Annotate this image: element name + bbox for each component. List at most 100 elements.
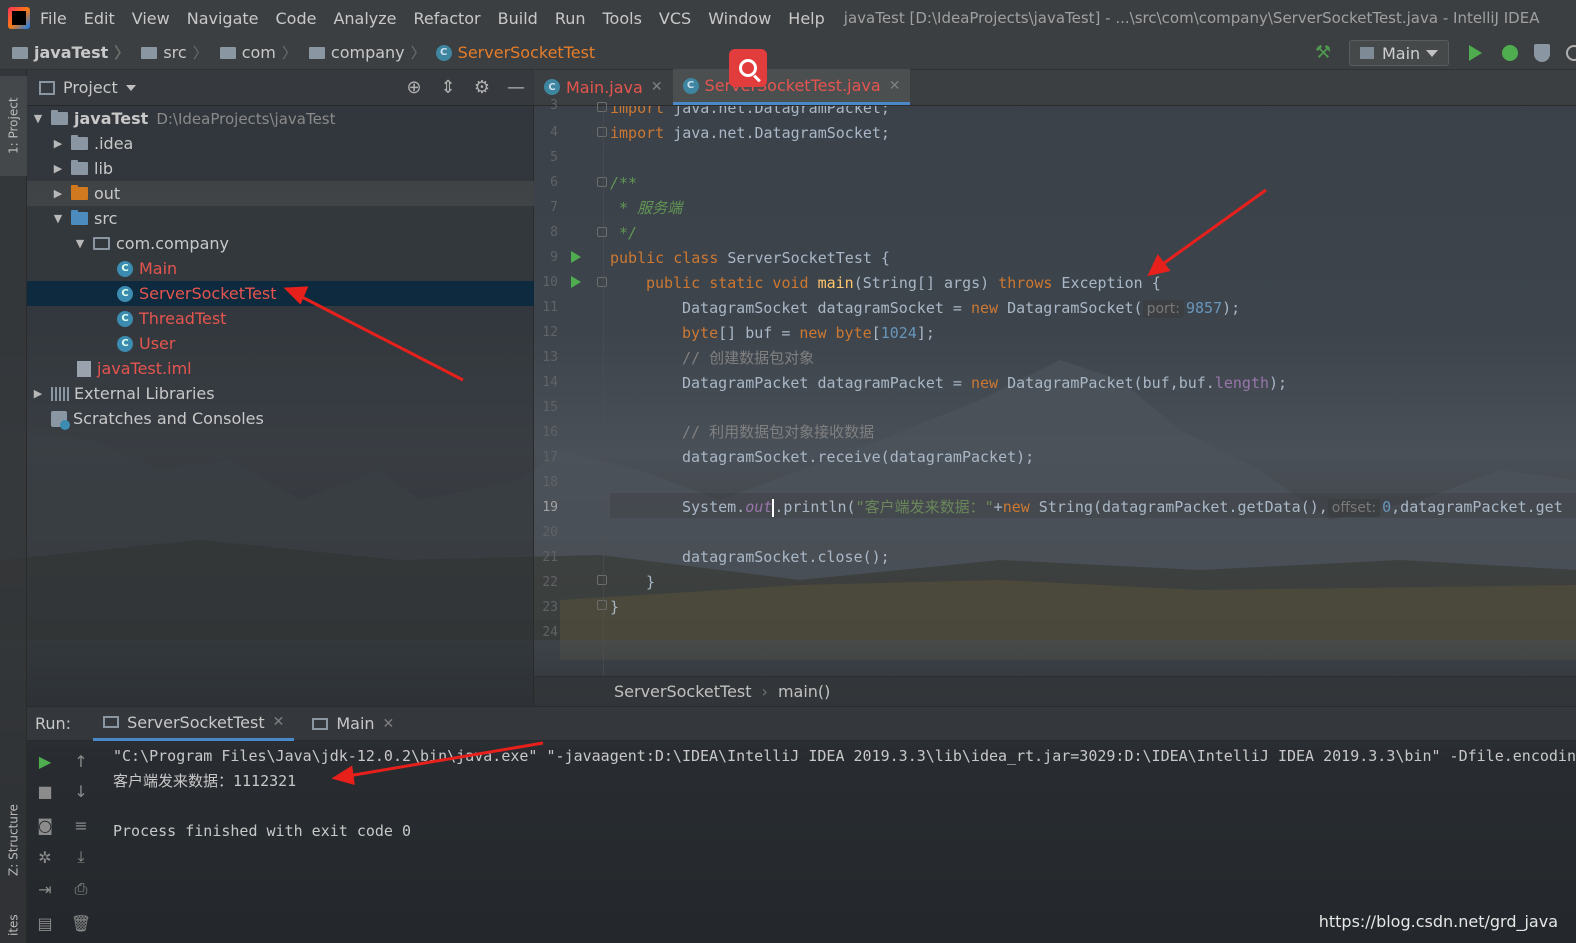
tree-item-src[interactable]: ▼ src bbox=[27, 206, 534, 231]
code-editor[interactable]: import java.net.DatagramPacket; import j… bbox=[610, 106, 1576, 676]
scroll-to-end-icon[interactable]: ⤓ bbox=[71, 847, 91, 867]
run-gutter-icon[interactable] bbox=[571, 251, 581, 263]
chevron-down-icon[interactable] bbox=[125, 84, 136, 91]
debug-bug-icon[interactable] bbox=[1502, 45, 1518, 61]
collapsed-arrow-icon[interactable]: ▶ bbox=[51, 187, 65, 200]
code-token: Exception { bbox=[1052, 274, 1161, 292]
breadcrumb-src[interactable]: src 〉 bbox=[129, 42, 208, 63]
layout-icon[interactable]: ▤ bbox=[35, 913, 55, 933]
fold-icon[interactable] bbox=[597, 177, 607, 187]
menu-view[interactable]: View bbox=[132, 9, 170, 28]
locate-crosshair-icon[interactable]: ⊕ bbox=[404, 78, 424, 98]
menu-code[interactable]: Code bbox=[276, 9, 317, 28]
print-icon[interactable]: ⎙ bbox=[71, 879, 91, 899]
line-number: 13 bbox=[542, 350, 558, 365]
menu-analyze[interactable]: Analyze bbox=[333, 9, 396, 28]
exit-icon[interactable]: ⇥ bbox=[35, 879, 55, 899]
collapsed-arrow-icon[interactable]: ▶ bbox=[31, 387, 45, 400]
editor-crumb-method[interactable]: main() bbox=[778, 682, 830, 701]
menu-tools[interactable]: Tools bbox=[603, 9, 642, 28]
project-panel-tools: ⊕ ⇕ ⚙ — bbox=[404, 78, 526, 98]
close-icon[interactable]: ✕ bbox=[273, 714, 285, 730]
profiler-icon[interactable] bbox=[1566, 45, 1576, 61]
tree-item-external-libraries[interactable]: ▶ External Libraries bbox=[27, 381, 534, 406]
close-icon[interactable]: ✕ bbox=[651, 79, 663, 95]
tree-item-user[interactable]: C User bbox=[27, 331, 534, 356]
breadcrumb-company[interactable]: company 〉 bbox=[297, 42, 426, 63]
tree-item-iml[interactable]: javaTest.iml bbox=[27, 356, 534, 381]
tree-item-com-company[interactable]: ▼ com.company bbox=[27, 231, 534, 256]
collapsed-arrow-icon[interactable]: ▶ bbox=[51, 162, 65, 175]
editor-crumb-class[interactable]: ServerSocketTest bbox=[614, 682, 752, 701]
run-gutter-icon[interactable] bbox=[571, 276, 581, 288]
expanded-arrow-icon[interactable]: ▼ bbox=[31, 112, 45, 125]
fold-icon[interactable] bbox=[597, 227, 607, 237]
settings-gear-icon[interactable]: ✲ bbox=[35, 847, 55, 867]
breadcrumb-project[interactable]: javaTest 〉 bbox=[0, 42, 129, 63]
search-overlay-button[interactable] bbox=[729, 49, 767, 87]
tree-item-threadtest[interactable]: C ThreadTest bbox=[27, 306, 534, 331]
menu-edit[interactable]: Edit bbox=[84, 9, 115, 28]
code-token: ServerSocketTest { bbox=[718, 249, 890, 267]
project-panel-title[interactable]: Project bbox=[63, 78, 118, 97]
expanded-arrow-icon[interactable]: ▼ bbox=[51, 212, 65, 225]
tree-item-javatest[interactable]: ▼ javaTest D:\IdeaProjects\javaTest bbox=[27, 106, 534, 131]
code-token: public static void bbox=[646, 274, 809, 292]
tab-serversockettest-java[interactable]: C ServerSocketTest.java ✕ bbox=[672, 69, 911, 105]
soft-wrap-icon[interactable]: ≡ bbox=[71, 815, 91, 835]
minimize-icon[interactable]: — bbox=[506, 78, 526, 98]
tree-item-scratches[interactable]: Scratches and Consoles bbox=[27, 406, 534, 431]
intellij-logo-icon bbox=[8, 7, 30, 29]
breadcrumb-com[interactable]: com 〉 bbox=[208, 42, 297, 63]
breadcrumb-class[interactable]: C ServerSocketTest bbox=[426, 43, 595, 62]
line-number: 3 bbox=[550, 98, 558, 113]
menu-refactor[interactable]: Refactor bbox=[414, 9, 481, 28]
fold-icon[interactable] bbox=[597, 102, 607, 112]
fold-icon[interactable] bbox=[597, 127, 607, 137]
menu-navigate[interactable]: Navigate bbox=[187, 9, 259, 28]
side-tab-project[interactable]: 1: Project bbox=[0, 76, 27, 176]
run-configuration-select[interactable]: Main bbox=[1349, 40, 1449, 66]
close-icon[interactable]: ✕ bbox=[889, 78, 901, 94]
menu-run[interactable]: Run bbox=[555, 9, 586, 28]
code-token: DatagramPacket(buf,buf. bbox=[998, 374, 1215, 392]
run-icon[interactable] bbox=[1469, 45, 1482, 61]
tree-item-serversockettest[interactable]: C ServerSocketTest bbox=[27, 281, 534, 306]
fold-icon[interactable] bbox=[597, 277, 607, 287]
side-tab-structure[interactable]: Z: Structure bbox=[0, 790, 27, 890]
gear-icon[interactable]: ⚙ bbox=[472, 78, 492, 98]
tree-label: User bbox=[139, 334, 176, 353]
menu-help[interactable]: Help bbox=[788, 9, 824, 28]
line-number-current: 19 bbox=[542, 500, 558, 515]
run-tab-main[interactable]: Main ✕ bbox=[302, 707, 404, 741]
expanded-arrow-icon[interactable]: ▼ bbox=[73, 237, 87, 250]
camera-icon[interactable]: ◙ bbox=[35, 815, 55, 835]
java-class-icon: C bbox=[117, 310, 133, 327]
navigation-bar: javaTest 〉 src 〉 com 〉 company 〉 C Serve… bbox=[0, 36, 1576, 70]
tree-item-out[interactable]: ▶ out bbox=[27, 181, 534, 206]
arrow-up-icon[interactable]: ↑ bbox=[71, 751, 91, 771]
menu-window[interactable]: Window bbox=[708, 9, 771, 28]
build-hammer-icon[interactable]: ⚒ bbox=[1315, 44, 1333, 62]
run-label: Run: bbox=[35, 714, 72, 733]
coverage-shield-icon[interactable] bbox=[1534, 44, 1550, 62]
fold-icon[interactable] bbox=[597, 575, 607, 585]
tree-item-lib[interactable]: ▶ lib bbox=[27, 156, 534, 181]
tree-item-idea[interactable]: ▶ .idea bbox=[27, 131, 534, 156]
line-number: 18 bbox=[542, 475, 558, 490]
menu-build[interactable]: Build bbox=[498, 9, 538, 28]
menu-file[interactable]: File bbox=[40, 9, 67, 28]
fold-icon[interactable] bbox=[597, 600, 607, 610]
side-tab-label: ites bbox=[6, 914, 21, 937]
collapsed-arrow-icon[interactable]: ▶ bbox=[51, 137, 65, 150]
menu-vcs[interactable]: VCS bbox=[659, 9, 691, 28]
run-tab-serversockettest[interactable]: ServerSocketTest ✕ bbox=[93, 707, 295, 741]
tree-item-main[interactable]: C Main bbox=[27, 256, 534, 281]
side-tab-favorites[interactable]: ites bbox=[0, 908, 27, 943]
rerun-icon[interactable]: ▶ bbox=[35, 751, 55, 771]
collapse-all-icon[interactable]: ⇕ bbox=[438, 78, 458, 98]
stop-icon[interactable]: ■ bbox=[35, 781, 55, 801]
arrow-down-icon[interactable]: ↓ bbox=[71, 781, 91, 801]
close-icon[interactable]: ✕ bbox=[383, 716, 395, 732]
trash-icon[interactable]: 🗑 bbox=[71, 913, 91, 933]
